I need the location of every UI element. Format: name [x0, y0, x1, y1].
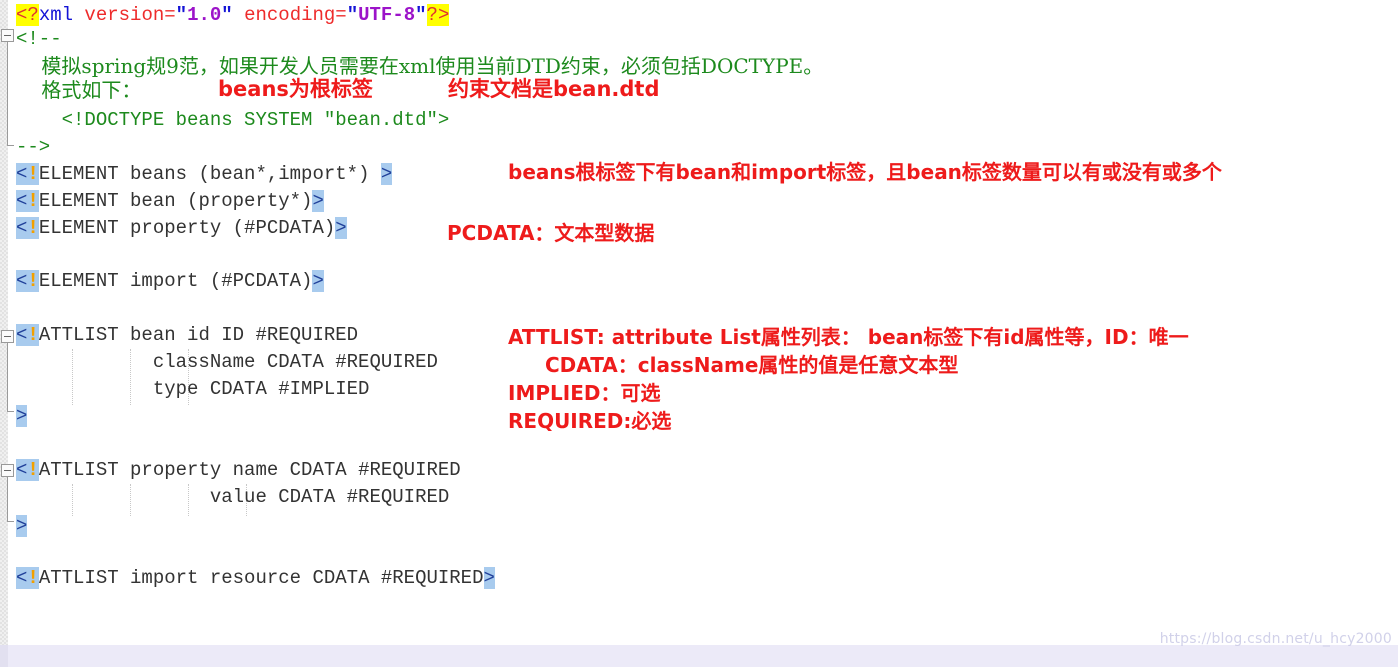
value-version: 1.0 — [187, 4, 222, 26]
code-line-element-beans[interactable]: <!ELEMENT beans (bean*,import*) > — [16, 162, 393, 186]
decl-body: ELEMENT property (#PCDATA) — [38, 217, 336, 239]
code-line-attlist-property-end[interactable]: > — [16, 514, 28, 538]
decl-close-bracket: > — [312, 270, 324, 292]
code-line-attlist-bean-end[interactable]: > — [16, 404, 28, 428]
attr-encoding: encoding= — [232, 4, 347, 26]
decl-body: ATTLIST property name CDATA #REQUIRED — [38, 459, 461, 481]
fold-foot-attlist-property — [7, 521, 14, 522]
annotation-cdata: CDATA：className属性的值是任意文本型 — [545, 353, 959, 377]
code-line-element-property[interactable]: <!ELEMENT property (#PCDATA)> — [16, 216, 347, 240]
annotation-implied: IMPLIED：可选 — [508, 381, 661, 405]
decl-body: ATTLIST bean id ID #REQUIRED — [38, 324, 359, 346]
decl-open-bracket: <! — [16, 163, 39, 185]
annotation-beans-root: beans为根标签 — [218, 77, 373, 101]
site-watermark: https://blog.csdn.net/u_hcy2000 — [1159, 631, 1392, 647]
code-line-element-import[interactable]: <!ELEMENT import (#PCDATA)> — [16, 269, 324, 293]
decl-close-bracket: > — [335, 217, 347, 239]
decl-open-bracket: <! — [16, 459, 39, 481]
code-line-comment-open[interactable]: <!-- — [16, 27, 62, 51]
quote-open-encoding: " — [346, 4, 359, 26]
decl-open-bracket: <! — [16, 190, 39, 212]
watermark-band — [0, 645, 1398, 667]
decl-open-bracket: <! — [16, 217, 39, 239]
decl-close-bracket: > — [312, 190, 324, 212]
code-line-comment-close[interactable]: --> — [16, 135, 50, 159]
code-line-attlist-property-1[interactable]: <!ATTLIST property name CDATA #REQUIRED — [16, 458, 461, 482]
decl-body: ELEMENT beans (bean*,import*) — [38, 163, 381, 185]
value-encoding: UTF-8 — [358, 4, 416, 26]
watermark-band-gutter — [0, 645, 8, 667]
code-line-comment-1[interactable]: 模拟spring规9范，如果开发人员需要在xml使用当前DTD约束，必须包括DO… — [16, 54, 823, 78]
quote-close-encoding: " — [415, 4, 427, 26]
quote-open-version: " — [175, 4, 188, 26]
fold-line-comment-block — [7, 42, 8, 145]
decl-close-bracket: > — [483, 567, 495, 589]
annotation-required: REQUIRED:必选 — [508, 409, 672, 433]
code-line-attlist-import[interactable]: <!ATTLIST import resource CDATA #REQUIRE… — [16, 566, 495, 590]
code-editor[interactable]: <?xml version="1.0" encoding="UTF-8"?> <… — [0, 0, 1398, 667]
annotation-attlist: ATTLIST: attribute List属性列表： bean标签下有id属… — [508, 325, 1189, 349]
code-line-element-bean[interactable]: <!ELEMENT bean (property*)> — [16, 189, 324, 213]
decl-open-bracket: <! — [16, 324, 39, 346]
code-line-comment-3[interactable]: <!DOCTYPE beans SYSTEM "bean.dtd"> — [16, 108, 450, 132]
code-line-attlist-bean-1[interactable]: <!ATTLIST bean id ID #REQUIRED — [16, 323, 358, 347]
fold-marker-comment-block[interactable] — [1, 29, 14, 42]
attr-version: version= — [73, 4, 176, 26]
decl-close-bracket: > — [16, 405, 28, 427]
decl-close-bracket: > — [16, 515, 28, 537]
proc-close: ?> — [426, 4, 450, 26]
decl-body: ELEMENT bean (property*) — [38, 190, 313, 212]
decl-body: ELEMENT import (#PCDATA) — [38, 270, 313, 292]
code-line-attlist-property-2[interactable]: value CDATA #REQUIRED — [16, 485, 449, 509]
fold-marker-attlist-bean[interactable] — [1, 330, 14, 343]
code-line-comment-2[interactable]: 格式如下： — [16, 78, 141, 102]
code-line-xml-declaration[interactable]: <?xml version="1.0" encoding="UTF-8"?> — [16, 3, 450, 27]
proc-name: xml — [38, 4, 74, 26]
fold-marker-attlist-property[interactable] — [1, 464, 14, 477]
quote-close-version: " — [221, 4, 233, 26]
annotation-beans-detail: beans根标签下有bean和import标签，且bean标签数量可以有或没有或… — [508, 160, 1222, 184]
decl-open-bracket: <! — [16, 567, 39, 589]
decl-open-bracket: <! — [16, 270, 39, 292]
decl-close-bracket: > — [380, 163, 393, 185]
annotation-pcdata: PCDATA：文本型数据 — [447, 221, 655, 245]
code-line-attlist-bean-3[interactable]: type CDATA #IMPLIED — [16, 377, 370, 401]
code-line-attlist-bean-2[interactable]: className CDATA #REQUIRED — [16, 350, 438, 374]
fold-line-attlist-bean — [7, 343, 8, 411]
fold-foot-attlist-bean — [7, 411, 14, 412]
fold-foot-comment-block — [7, 145, 14, 146]
proc-open: <? — [16, 4, 39, 26]
annotation-dtd-doc: 约束文档是bean.dtd — [448, 77, 660, 101]
decl-body: ATTLIST import resource CDATA #REQUIRED — [38, 567, 484, 589]
fold-line-attlist-property — [7, 477, 8, 521]
